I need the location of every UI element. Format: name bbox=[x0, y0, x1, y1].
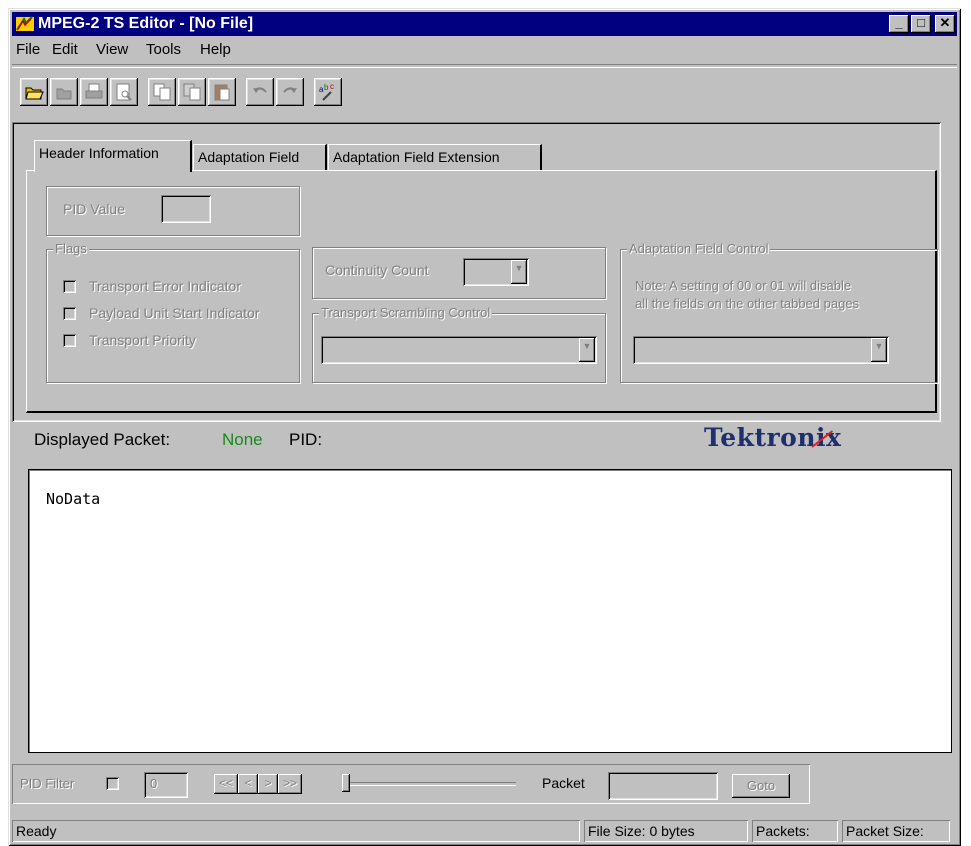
status-bar: Ready File Size: 0 bytes Packets: Packet… bbox=[8, 818, 961, 846]
adaptation-field-control-group: Adaptation Field Control Note: A setting… bbox=[620, 241, 938, 383]
print-button[interactable] bbox=[80, 78, 108, 106]
title-bar[interactable]: MPEG-2 TS Editor - [No File] _ □ ✕ bbox=[12, 12, 957, 36]
paste-icon bbox=[214, 84, 230, 101]
print-icon bbox=[85, 83, 103, 99]
next-packet-button[interactable]: > bbox=[258, 774, 278, 794]
last-packet-button[interactable]: >> bbox=[278, 774, 302, 794]
status-packets: Packets: bbox=[752, 820, 838, 842]
transport-scrambling-label: Transport Scrambling Control bbox=[319, 305, 493, 321]
chevron-down-icon[interactable]: ▼ bbox=[511, 260, 527, 284]
chevron-down-icon[interactable]: ▼ bbox=[579, 338, 595, 362]
pid-filter-checkbox[interactable] bbox=[106, 777, 119, 790]
pid-filter-field[interactable]: 0 bbox=[144, 772, 188, 798]
menu-view[interactable]: View bbox=[96, 41, 128, 58]
transport-error-indicator-checkbox[interactable] bbox=[63, 280, 76, 293]
adaptation-note-line1: Note: A setting of 00 or 01 will disable bbox=[635, 278, 852, 293]
cut-icon bbox=[183, 83, 201, 101]
transport-scrambling-group: Transport Scrambling Control ▼ bbox=[312, 305, 606, 383]
packet-slider-track[interactable] bbox=[348, 782, 516, 786]
continuity-count-select[interactable]: ▼ bbox=[463, 258, 529, 286]
status-file-size: File Size: 0 bytes bbox=[584, 820, 748, 842]
menu-tools[interactable]: Tools bbox=[146, 41, 181, 58]
transport-scrambling-select[interactable]: ▼ bbox=[321, 336, 597, 364]
undo-button[interactable] bbox=[246, 78, 274, 106]
status-packet-size: Packet Size: bbox=[842, 820, 950, 842]
undo-icon bbox=[253, 87, 267, 93]
data-view-text: NoData bbox=[46, 490, 101, 508]
pid-filter-value: 0 bbox=[150, 776, 158, 791]
menu-bar: File Edit View Tools Help bbox=[12, 38, 957, 62]
svg-text:b: b bbox=[324, 83, 329, 92]
payload-unit-start-indicator-label: Payload Unit Start Indicator bbox=[89, 305, 260, 321]
minimize-button[interactable]: _ bbox=[889, 15, 909, 33]
adaptation-field-control-label: Adaptation Field Control bbox=[627, 241, 771, 257]
spell-check-button[interactable]: abc bbox=[314, 78, 342, 106]
paste-button[interactable] bbox=[208, 78, 236, 106]
tab-header-information[interactable]: Header Information bbox=[34, 140, 192, 172]
tab-adaptation-field[interactable]: Adaptation Field bbox=[193, 144, 327, 170]
pid-value-field[interactable] bbox=[161, 195, 211, 223]
adaptation-note-line2: all the fields on the other tabbed pages bbox=[635, 296, 860, 311]
close-button[interactable]: ✕ bbox=[935, 15, 955, 33]
payload-unit-start-indicator-checkbox[interactable] bbox=[63, 307, 76, 320]
chevron-down-icon[interactable]: ▼ bbox=[871, 338, 887, 362]
menu-help[interactable]: Help bbox=[200, 41, 231, 58]
pid-value-group: PID Value bbox=[46, 186, 300, 236]
continuity-count-label: Continuity Count bbox=[325, 262, 429, 278]
displayed-packet-label: Displayed Packet: bbox=[34, 430, 171, 449]
packet-data-view[interactable]: NoData bbox=[28, 469, 952, 753]
print-preview-button[interactable] bbox=[110, 78, 138, 106]
open-icon bbox=[25, 87, 44, 100]
pid-value-label: PID Value bbox=[63, 201, 125, 217]
packet-slider-thumb[interactable] bbox=[342, 774, 350, 792]
menu-edit[interactable]: Edit bbox=[52, 41, 78, 58]
print-preview-icon bbox=[116, 83, 132, 101]
flags-group-label: Flags bbox=[53, 241, 89, 257]
navigation-bar: PID Filter 0 << < > >> Packet Goto bbox=[12, 764, 810, 804]
open-button[interactable] bbox=[20, 78, 48, 106]
app-icon bbox=[15, 15, 35, 33]
close-file-button[interactable] bbox=[50, 78, 78, 106]
maximize-button[interactable]: □ bbox=[911, 15, 931, 33]
packet-number-field[interactable] bbox=[608, 772, 718, 800]
previous-packet-button[interactable]: < bbox=[238, 774, 258, 794]
menu-file[interactable]: File bbox=[16, 41, 40, 58]
flags-group: Flags Transport Error Indicator Payload … bbox=[46, 241, 300, 383]
adaptation-field-control-select[interactable]: ▼ bbox=[633, 336, 889, 364]
cut-button[interactable] bbox=[178, 78, 206, 106]
close-file-icon bbox=[56, 88, 72, 100]
redo-icon bbox=[283, 87, 297, 93]
tab-adaptation-field-extension[interactable]: Adaptation Field Extension bbox=[328, 144, 542, 170]
spell-check-icon: abc bbox=[319, 82, 334, 101]
status-ready: Ready bbox=[12, 820, 580, 842]
first-packet-button[interactable]: << bbox=[214, 774, 238, 794]
svg-text:c: c bbox=[330, 82, 334, 91]
transport-priority-label: Transport Priority bbox=[89, 332, 196, 348]
pid-label: PID: bbox=[289, 430, 323, 449]
copy-icon bbox=[153, 83, 171, 101]
pid-filter-label: PID Filter bbox=[20, 776, 75, 791]
redo-button[interactable] bbox=[276, 78, 304, 106]
goto-button[interactable]: Goto bbox=[732, 774, 790, 798]
toolbar: abc bbox=[12, 66, 957, 122]
displayed-packet-value: None bbox=[222, 430, 263, 449]
window-title: MPEG-2 TS Editor - [No File] bbox=[38, 15, 254, 32]
continuity-count-group: Continuity Count ▼ bbox=[312, 247, 606, 299]
copy-button[interactable] bbox=[148, 78, 176, 106]
packet-label: Packet bbox=[542, 775, 585, 791]
transport-priority-checkbox[interactable] bbox=[63, 334, 76, 347]
transport-error-indicator-label: Transport Error Indicator bbox=[89, 278, 241, 294]
